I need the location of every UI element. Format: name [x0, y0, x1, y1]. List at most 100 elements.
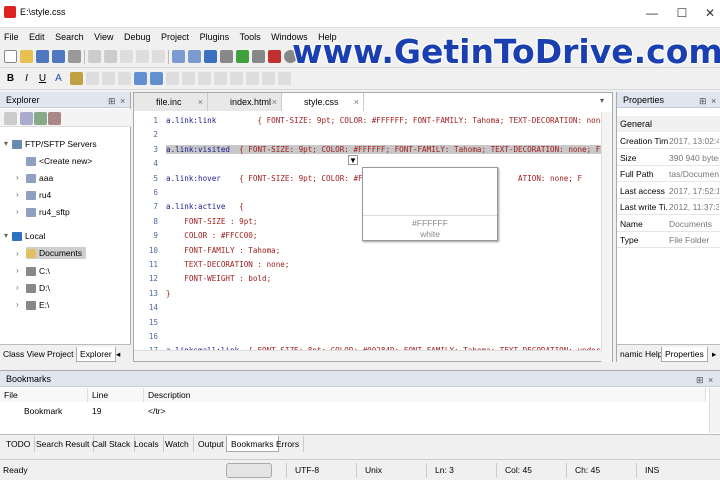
tab-todo[interactable]: TODO	[2, 436, 36, 452]
expand-arrow-icon[interactable]: ›	[16, 249, 19, 258]
form-icon[interactable]	[246, 72, 259, 85]
tab-output[interactable]: Output	[194, 436, 229, 452]
property-row[interactable]: Last access ...2017, 17:52:17	[617, 183, 720, 199]
tab-dynamic-help[interactable]: namic Help	[617, 347, 666, 362]
minimize-button[interactable]: —	[640, 5, 664, 21]
connect-icon[interactable]	[20, 112, 33, 125]
close-button[interactable]: ✕	[698, 5, 720, 21]
globe-icon[interactable]	[204, 50, 217, 63]
property-row[interactable]: Last write Ti...2012, 11:37:30	[617, 199, 720, 215]
sort-icon[interactable]	[4, 112, 17, 125]
find-icon[interactable]	[172, 50, 185, 63]
highlight-icon[interactable]	[70, 72, 83, 85]
menu-search[interactable]: Search	[51, 28, 88, 46]
tab-project[interactable]: Project	[44, 347, 76, 362]
tab-list-icon[interactable]: ▾	[600, 96, 604, 105]
tree-item-create-new[interactable]: <Create new>	[26, 155, 92, 167]
tab-errors[interactable]: Errors	[272, 436, 305, 452]
menu-project[interactable]: Project	[157, 28, 193, 46]
tree-item-documents[interactable]: Documents	[26, 247, 86, 259]
input-icon[interactable]	[262, 72, 275, 85]
bookmark-line[interactable]: 19	[92, 404, 101, 418]
tab-properties[interactable]: Properties	[661, 347, 708, 362]
paste-icon[interactable]	[152, 50, 165, 63]
anchor-icon[interactable]	[230, 72, 243, 85]
open-folder-icon[interactable]	[20, 50, 33, 63]
save-all-icon[interactable]	[52, 50, 65, 63]
pin-icon[interactable]: ⊞	[699, 93, 707, 109]
pin-icon[interactable]: ⊞	[108, 93, 116, 109]
vertical-scrollbar[interactable]	[601, 112, 612, 362]
copy-icon[interactable]	[136, 50, 149, 63]
image-icon[interactable]	[134, 72, 147, 85]
tab-file-inc[interactable]: file.inc ×	[134, 93, 208, 111]
bookmark-description[interactable]: </tr>	[148, 404, 165, 418]
close-icon[interactable]: ×	[711, 93, 716, 109]
align-left-icon[interactable]	[86, 72, 99, 85]
code-line[interactable]: COLOR : #FFCC00;	[166, 231, 257, 240]
property-row[interactable]: Size390 940 bytes)	[617, 150, 720, 166]
close-icon[interactable]: ×	[708, 372, 713, 388]
checkbox-icon[interactable]	[278, 72, 291, 85]
tab-index-html[interactable]: index.html ×	[208, 93, 282, 111]
menu-edit[interactable]: Edit	[25, 28, 49, 46]
tab-style-css[interactable]: style.css ×	[282, 93, 364, 111]
tab-scroll-right-icon[interactable]: ▸	[709, 347, 719, 362]
tab-bookmarks[interactable]: Bookmarks	[226, 436, 279, 452]
pause-icon[interactable]	[252, 50, 265, 63]
code-line[interactable]: TEXT-DECORATION : none;	[166, 260, 289, 269]
tab-scroll-left-icon[interactable]: ◂	[113, 347, 123, 362]
close-tab-icon[interactable]: ×	[272, 93, 277, 111]
align-center-icon[interactable]	[102, 72, 115, 85]
menu-view[interactable]: View	[90, 28, 117, 46]
menu-plugins[interactable]: Plugins	[196, 28, 234, 46]
tab-search-result[interactable]: Search Result	[32, 436, 95, 452]
tree-item-e-drive[interactable]: E:\	[26, 299, 49, 311]
menu-tools[interactable]: Tools	[236, 28, 265, 46]
run-icon[interactable]	[236, 50, 249, 63]
property-row[interactable]: Name Documents	[617, 216, 720, 232]
menu-debug[interactable]: Debug	[120, 28, 155, 46]
print-icon[interactable]	[68, 50, 81, 63]
refresh-icon[interactable]	[34, 112, 47, 125]
collapse-arrow-icon[interactable]: ▾	[4, 139, 8, 148]
tree-item-ftp[interactable]: FTP/SFTP Servers	[12, 138, 97, 150]
underline-button[interactable]: U	[36, 71, 49, 86]
link-icon[interactable]	[214, 72, 227, 85]
new-file-icon[interactable]	[4, 50, 17, 63]
tab-class-view[interactable]: Class View	[0, 347, 48, 362]
replace-icon[interactable]	[188, 50, 201, 63]
code-line[interactable]: FONT-SIZE : 9pt;	[166, 217, 257, 226]
settings-icon[interactable]	[220, 50, 233, 63]
bookmark-file[interactable]: Bookmark	[24, 404, 62, 418]
stop-icon[interactable]	[268, 50, 281, 63]
status-encoding[interactable]: UTF-8	[286, 463, 319, 478]
table-icon[interactable]	[150, 72, 163, 85]
collapse-arrow-icon[interactable]: ▾	[4, 231, 8, 240]
outdent-icon[interactable]	[198, 72, 211, 85]
bold-button[interactable]: B	[4, 71, 17, 86]
color-popup-toggle[interactable]: ▼	[348, 155, 358, 165]
expand-arrow-icon[interactable]: ›	[16, 207, 19, 216]
save-icon[interactable]	[36, 50, 49, 63]
tree-item-aaa[interactable]: aaa	[26, 172, 53, 184]
pin-icon[interactable]: ⊞	[696, 372, 704, 388]
menu-file[interactable]: File	[0, 28, 23, 46]
tree-item-c-drive[interactable]: C:\	[26, 265, 50, 277]
options-icon[interactable]	[48, 112, 61, 125]
property-row[interactable]: Type File Folder	[617, 232, 720, 248]
expand-arrow-icon[interactable]: ›	[16, 190, 19, 199]
column-description[interactable]: Description	[144, 388, 706, 402]
list-icon[interactable]	[166, 72, 179, 85]
tree-item-ru4[interactable]: ru4	[26, 189, 51, 201]
code-line[interactable]: }	[166, 289, 171, 298]
tab-locals[interactable]: Locals	[130, 436, 164, 452]
expand-arrow-icon[interactable]: ›	[16, 266, 19, 275]
expand-arrow-icon[interactable]: ›	[16, 300, 19, 309]
code-line[interactable]: FONT-WEIGHT : bold;	[166, 274, 271, 283]
paragraph-icon[interactable]	[118, 72, 131, 85]
status-eol[interactable]: Unix	[356, 463, 382, 478]
maximize-button[interactable]: ☐	[670, 5, 694, 21]
tab-explorer[interactable]: Explorer	[76, 347, 116, 362]
undo-icon[interactable]	[88, 50, 101, 63]
